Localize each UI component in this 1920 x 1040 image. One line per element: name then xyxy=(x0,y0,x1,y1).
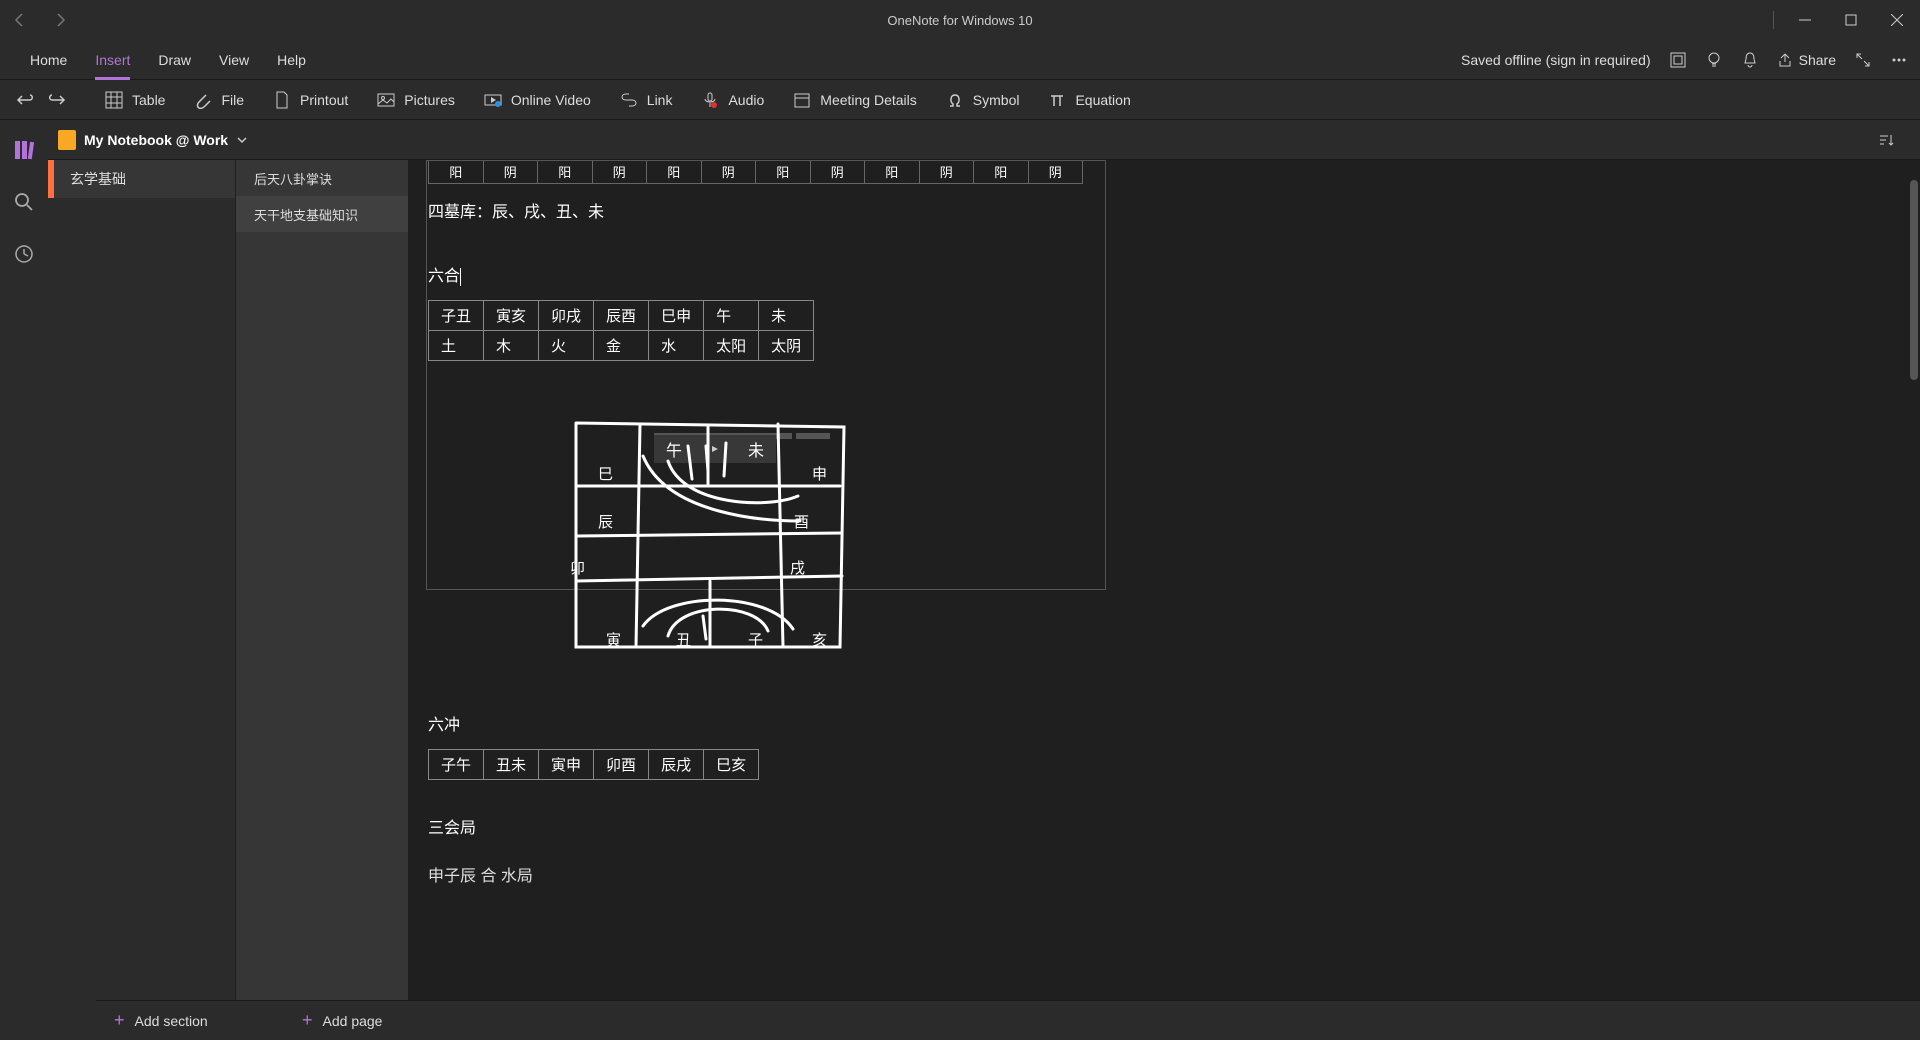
tab-view[interactable]: View xyxy=(205,40,263,80)
lightbulb-icon[interactable] xyxy=(1705,51,1723,69)
share-button[interactable]: Share xyxy=(1777,52,1836,68)
expand-icon[interactable] xyxy=(1854,51,1872,69)
ribbon-tabs: Home Insert Draw View Help Saved offline… xyxy=(0,40,1920,80)
section-list: 玄学基础 xyxy=(48,160,236,1040)
calendar-icon xyxy=(792,90,812,110)
tab-insert[interactable]: Insert xyxy=(81,40,144,80)
notebook-name-label: My Notebook @ Work xyxy=(84,132,228,148)
ribbon-content: Table File Printout Pictures Online Vide… xyxy=(0,80,1920,120)
search-icon[interactable] xyxy=(6,184,42,220)
section-item-label: 玄学基础 xyxy=(70,169,126,189)
insert-video-button[interactable]: Online Video xyxy=(483,90,591,110)
add-page-label: Add page xyxy=(323,1013,383,1029)
notebooks-icon[interactable] xyxy=(6,132,42,168)
window-title: OneNote for Windows 10 xyxy=(887,13,1032,28)
insert-pictures-button[interactable]: Pictures xyxy=(376,90,455,110)
sync-status: Saved offline (sign in required) xyxy=(1461,52,1651,68)
add-section-label: Add section xyxy=(135,1013,208,1029)
insert-link-button[interactable]: Link xyxy=(619,90,673,110)
picture-icon xyxy=(376,90,396,110)
undo-button[interactable] xyxy=(16,90,36,110)
page-item-label: 后天八卦掌诀 xyxy=(254,169,332,188)
text-line[interactable]: 六冲 xyxy=(428,711,1128,735)
liuchong-table[interactable]: 子午丑未寅申卯酉辰戌巳亥 xyxy=(428,749,759,780)
back-button[interactable] xyxy=(0,0,40,40)
insert-equation-button[interactable]: Equation xyxy=(1047,90,1130,110)
link-icon xyxy=(619,90,639,110)
page-item-label: 天干地支基础知识 xyxy=(254,205,358,224)
insert-table-button[interactable]: Table xyxy=(104,90,165,110)
plus-icon: + xyxy=(114,1010,125,1031)
liuhe-table[interactable]: 子丑寅亥卯戌辰酉巳申午未土木火金水太阳太阴 xyxy=(428,300,814,361)
text-line[interactable]: 申子辰 合 水局 xyxy=(428,862,1128,886)
mic-icon xyxy=(700,90,720,110)
fullscreen-read-icon[interactable] xyxy=(1669,51,1687,69)
insert-meeting-button[interactable]: Meeting Details xyxy=(792,90,917,110)
maximize-button[interactable] xyxy=(1828,0,1874,40)
page-item[interactable]: 天干地支基础知识 xyxy=(236,196,408,232)
footer-bar: + Add section + Add page xyxy=(96,1000,1920,1040)
left-rail xyxy=(0,120,48,1040)
close-button[interactable] xyxy=(1874,0,1920,40)
table-icon xyxy=(104,90,124,110)
ink-strokes xyxy=(568,421,868,671)
text-cursor xyxy=(460,268,461,286)
notification-bell-icon[interactable] xyxy=(1741,51,1759,69)
page-item[interactable]: 后天八卦掌诀 xyxy=(236,160,408,196)
redo-button[interactable] xyxy=(46,90,66,110)
notebook-icon xyxy=(58,130,76,150)
text-line[interactable]: 四墓库：辰、戌、丑、未 xyxy=(428,198,1128,222)
tab-home[interactable]: Home xyxy=(16,40,81,80)
forward-button[interactable] xyxy=(40,0,80,40)
scrollbar-thumb[interactable] xyxy=(1910,180,1918,380)
minimize-button[interactable] xyxy=(1782,0,1828,40)
document-icon xyxy=(272,90,292,110)
more-icon[interactable] xyxy=(1890,51,1908,69)
page-list: 后天八卦掌诀 天干地支基础知识 xyxy=(236,160,408,1040)
tab-draw[interactable]: Draw xyxy=(144,40,205,80)
notebook-picker[interactable]: My Notebook @ Work xyxy=(58,130,248,150)
sort-pages-button[interactable] xyxy=(1870,124,1902,156)
section-item[interactable]: 玄学基础 xyxy=(48,160,235,198)
insert-audio-button[interactable]: Audio xyxy=(700,90,764,110)
text-line[interactable]: 六合 xyxy=(428,262,1128,286)
plus-icon: + xyxy=(302,1010,313,1031)
tab-help[interactable]: Help xyxy=(263,40,320,80)
pi-icon xyxy=(1047,90,1067,110)
note-canvas[interactable]: 阳阴阳阴阳阴阳阴阳阴阳阴 四墓库：辰、戌、丑、未 六合 子丑寅亥卯戌辰酉巳申午未… xyxy=(408,160,1920,1040)
add-section-button[interactable]: + Add section xyxy=(96,1001,284,1040)
share-label: Share xyxy=(1799,52,1836,68)
ink-diagram[interactable]: 午 未 巳 申 辰 酉 卯 戌 寅 丑 子 亥 xyxy=(568,421,858,671)
title-bar: OneNote for Windows 10 xyxy=(0,0,1920,40)
insert-printout-button[interactable]: Printout xyxy=(272,90,348,110)
insert-symbol-button[interactable]: Symbol xyxy=(945,90,1020,110)
recent-icon[interactable] xyxy=(6,236,42,272)
insert-file-button[interactable]: File xyxy=(193,90,244,110)
video-icon xyxy=(483,90,503,110)
text-line[interactable]: 三会局 xyxy=(428,814,1128,838)
chevron-down-icon xyxy=(236,134,248,146)
notebook-header: My Notebook @ Work xyxy=(48,120,1920,160)
omega-icon xyxy=(945,90,965,110)
paperclip-icon xyxy=(193,90,213,110)
add-page-button[interactable]: + Add page xyxy=(284,1001,400,1040)
